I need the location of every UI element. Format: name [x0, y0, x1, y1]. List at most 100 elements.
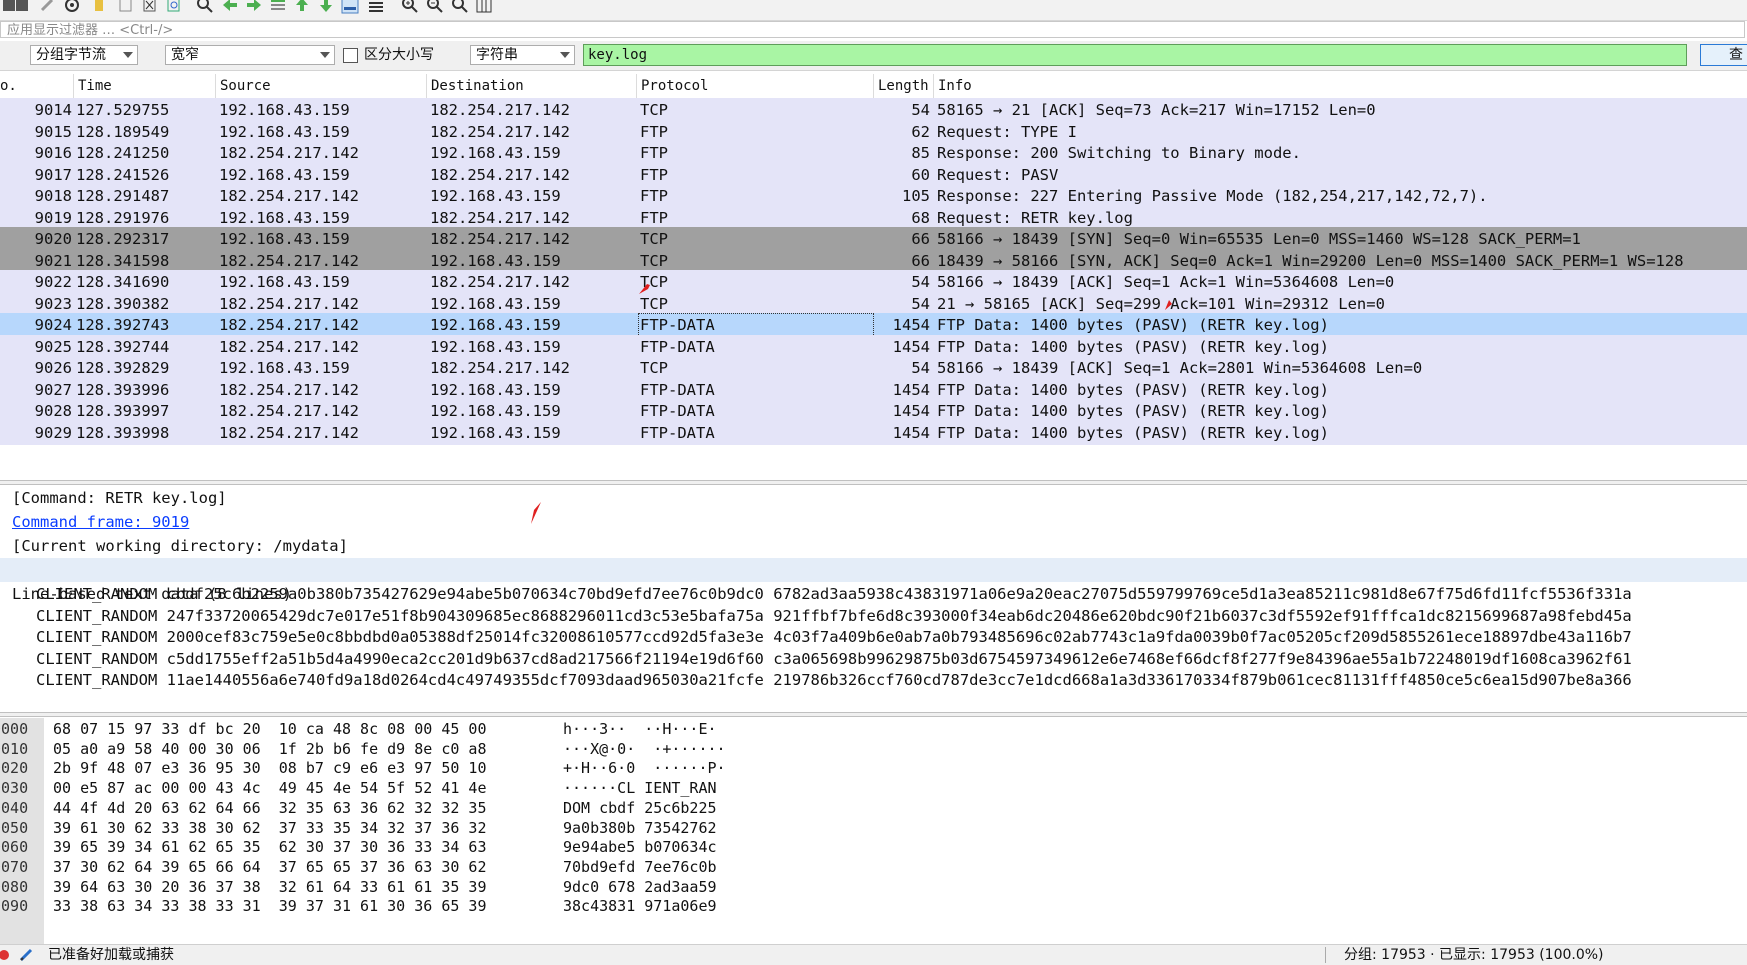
packet-details-pane[interactable]: [Command: RETR key.log] Command frame: 9…: [0, 486, 1747, 712]
packet-row[interactable]: 9023 128.390382 182.254.217.142 192.168.43.…: [0, 291, 1747, 316]
search-type-dropdown[interactable]: 字符串: [470, 45, 575, 65]
detail-cwd[interactable]: [Current working directory: /mydata]: [12, 534, 1747, 558]
detail-command[interactable]: [Command: RETR key.log]: [12, 486, 1747, 510]
find-button[interactable]: 查: [1700, 44, 1747, 66]
close-file-icon[interactable]: [140, 0, 160, 15]
byte-row[interactable]: 0080 39 64 63 30 20 36 37 38 32 61 64 33 …: [0, 876, 1747, 898]
packet-list[interactable]: o. Time Source Destination Protocol Leng…: [0, 74, 1747, 480]
last-packet-icon[interactable]: [316, 0, 336, 15]
go-to-packet-icon[interactable]: [268, 0, 288, 15]
display-filter-input[interactable]: 应用显示过滤器 … <Ctrl-/>: [0, 21, 1745, 38]
packet-row[interactable]: 9024 128.392743 182.254.217.142 192.168.43.…: [0, 313, 1747, 337]
chevron-down-icon: [560, 52, 570, 58]
packet-cell-dst: 182.254.217.142: [430, 208, 570, 227]
byte-offset: 0040: [0, 798, 29, 817]
packet-bytes-pane[interactable]: 0000 68 07 15 97 33 df bc 20 10 ca 48 8c …: [0, 718, 1747, 944]
packet-cell-info: FTP Data: 1400 bytes (PASV) (RETR key.lo…: [937, 402, 1329, 420]
column-header-protocol[interactable]: Protocol: [637, 74, 874, 98]
column-header-source[interactable]: Source: [216, 74, 427, 98]
packet-cell-no: 9021: [34, 251, 72, 270]
byte-ascii: 70bd9efd 7ee76c0b: [563, 857, 717, 876]
packet-row[interactable]: 9027 128.393996 182.254.217.142 192.168.43.…: [0, 377, 1747, 402]
byte-row[interactable]: 0070 37 30 62 64 39 65 66 64 37 65 65 37 …: [0, 856, 1747, 878]
zoom-out-icon[interactable]: [425, 0, 445, 15]
packet-row[interactable]: 9029 128.393998 182.254.217.142 192.168.43.…: [0, 420, 1747, 445]
detail-text-line[interactable]: CLIENT_RANDOM 2000cef83c759e5e0c8bbdbd0a…: [36, 625, 1747, 649]
capture-options-icon[interactable]: [62, 0, 82, 15]
byte-offset: 0060: [0, 838, 29, 857]
packet-cell-info: Request: RETR key.log: [937, 208, 1133, 227]
packet-row[interactable]: 9020 128.292317 192.168.43.159 182.254.217.…: [0, 227, 1747, 251]
search-input[interactable]: key.log: [583, 44, 1687, 66]
pane-splitter[interactable]: [0, 712, 1747, 717]
resize-columns-icon[interactable]: [474, 0, 494, 15]
packet-cell-no: 9024: [34, 316, 72, 334]
byte-hex: 44 4f 4d 20 63 62 64 66 32 35 63 36 62 3…: [53, 798, 487, 817]
column-header-info[interactable]: Info: [934, 74, 1747, 98]
pane-splitter[interactable]: [0, 480, 1747, 485]
zoom-normal-icon[interactable]: [450, 0, 470, 15]
first-packet-icon[interactable]: [292, 0, 312, 15]
packet-row[interactable]: 9016 128.241250 182.254.217.142 192.168.43.…: [0, 141, 1747, 165]
detail-text-line[interactable]: CLIENT_RANDOM cbdf25c6b2259a0b380b735427…: [36, 582, 1747, 606]
column-header-destination[interactable]: Destination: [427, 74, 637, 98]
byte-row[interactable]: 0030 00 e5 87 ac 00 00 43 4c 49 45 4e 54 …: [0, 777, 1747, 799]
auto-scroll-icon[interactable]: [340, 0, 360, 15]
byte-row[interactable]: 0010 05 a0 a9 58 40 00 30 06 1f 2b b6 fe …: [0, 738, 1747, 760]
byte-row[interactable]: 0050 39 61 30 62 33 38 30 62 37 33 35 34 …: [0, 817, 1747, 839]
byte-ascii: 9e94abe5 b070634c: [563, 838, 717, 857]
stop-capture-icon[interactable]: [12, 0, 32, 15]
case-sensitive-checkbox[interactable]: [343, 48, 358, 63]
column-header-no[interactable]: o.: [0, 74, 74, 98]
byte-row[interactable]: 0040 44 4f 4d 20 63 62 64 66 32 35 63 36 …: [0, 797, 1747, 819]
detail-text-line[interactable]: CLIENT_RANDOM c5dd1755eff2a51b5d4a4990ec…: [36, 647, 1747, 671]
packet-cell-src: 192.168.43.159: [219, 101, 350, 119]
byte-row[interactable]: 0060 39 65 39 34 61 62 65 35 62 30 37 30 …: [0, 836, 1747, 858]
column-header-time[interactable]: Time: [74, 74, 216, 98]
restart-capture-icon[interactable]: [38, 0, 58, 15]
packet-cell-src: 182.254.217.142: [219, 380, 359, 399]
go-back-icon[interactable]: [220, 0, 240, 15]
packet-row[interactable]: 9025 128.392744 182.254.217.142 192.168.43.…: [0, 334, 1747, 359]
packet-cell-info: FTP Data: 1400 bytes (PASV) (RETR key.lo…: [937, 337, 1329, 356]
byte-hex: 39 64 63 30 20 36 37 38 32 61 64 33 61 6…: [53, 877, 487, 896]
open-file-icon[interactable]: [90, 0, 110, 15]
packet-row[interactable]: 9028 128.393997 182.254.217.142 192.168.43.…: [0, 399, 1747, 423]
byte-row[interactable]: 0020 2b 9f 48 07 e3 36 95 30 08 b7 c9 e6 …: [0, 757, 1747, 779]
save-file-icon[interactable]: [116, 0, 136, 15]
detail-text-line[interactable]: CLIENT_RANDOM 11ae1440556a6e740fd9a18d02…: [36, 668, 1747, 692]
byte-offset: 0090: [0, 897, 29, 916]
colorize-icon[interactable]: [366, 0, 386, 15]
find-packet-icon[interactable]: [195, 0, 215, 15]
detail-command-frame-link[interactable]: Command frame: 9019: [12, 510, 189, 534]
packet-row[interactable]: 9015 128.189549 192.168.43.159 182.254.217.…: [0, 119, 1747, 144]
capture-comment-icon[interactable]: [18, 947, 34, 963]
packet-row[interactable]: 9019 128.291976 192.168.43.159 182.254.217.…: [0, 205, 1747, 230]
detail-text-line[interactable]: CLIENT_RANDOM 247f33720065429dc7e017e51f…: [36, 604, 1747, 628]
packet-row[interactable]: 9026 128.392829 192.168.43.159 182.254.217.…: [0, 356, 1747, 380]
char-width-dropdown[interactable]: 宽窄: [165, 45, 335, 65]
packet-row[interactable]: 9018 128.291487 182.254.217.142 192.168.43.…: [0, 184, 1747, 208]
packet-cell-dst: 192.168.43.159: [430, 380, 561, 399]
byte-row[interactable]: 0090 33 38 63 34 33 38 33 31 39 37 31 61 …: [0, 895, 1747, 917]
packet-row[interactable]: 9014 127.529755 192.168.43.159 182.254.217.…: [0, 98, 1747, 122]
reload-icon[interactable]: [164, 0, 184, 15]
packet-row[interactable]: 9022 128.341690 192.168.43.159 182.254.217.…: [0, 270, 1747, 294]
packet-cell-time: 128.241250: [76, 144, 170, 162]
zoom-in-icon[interactable]: [400, 0, 420, 15]
byte-ascii: h···3·· ··H···E·: [563, 720, 717, 738]
search-in-dropdown[interactable]: 分组字节流: [30, 45, 138, 65]
expert-info-icon[interactable]: [0, 947, 14, 963]
packet-row[interactable]: 9017 128.241526 192.168.43.159 182.254.217.…: [0, 162, 1747, 187]
byte-offset: 0020: [0, 759, 29, 778]
packet-row[interactable]: 9021 128.341598 182.254.217.142 192.168.43.…: [0, 248, 1747, 273]
byte-row[interactable]: 0000 68 07 15 97 33 df bc 20 10 ca 48 8c …: [0, 718, 1747, 740]
detail-line-based-text[interactable]: Line-based text data (8 lines): [0, 558, 1747, 603]
packet-cell-no: 9015: [34, 122, 72, 141]
status-separator: [1325, 947, 1326, 963]
column-header-length[interactable]: Length: [874, 74, 934, 98]
go-forward-icon[interactable]: [244, 0, 264, 15]
packet-cell-no: 9018: [34, 187, 72, 205]
search-type-value: 字符串: [476, 47, 518, 63]
packet-cell-len: 68: [911, 208, 930, 227]
